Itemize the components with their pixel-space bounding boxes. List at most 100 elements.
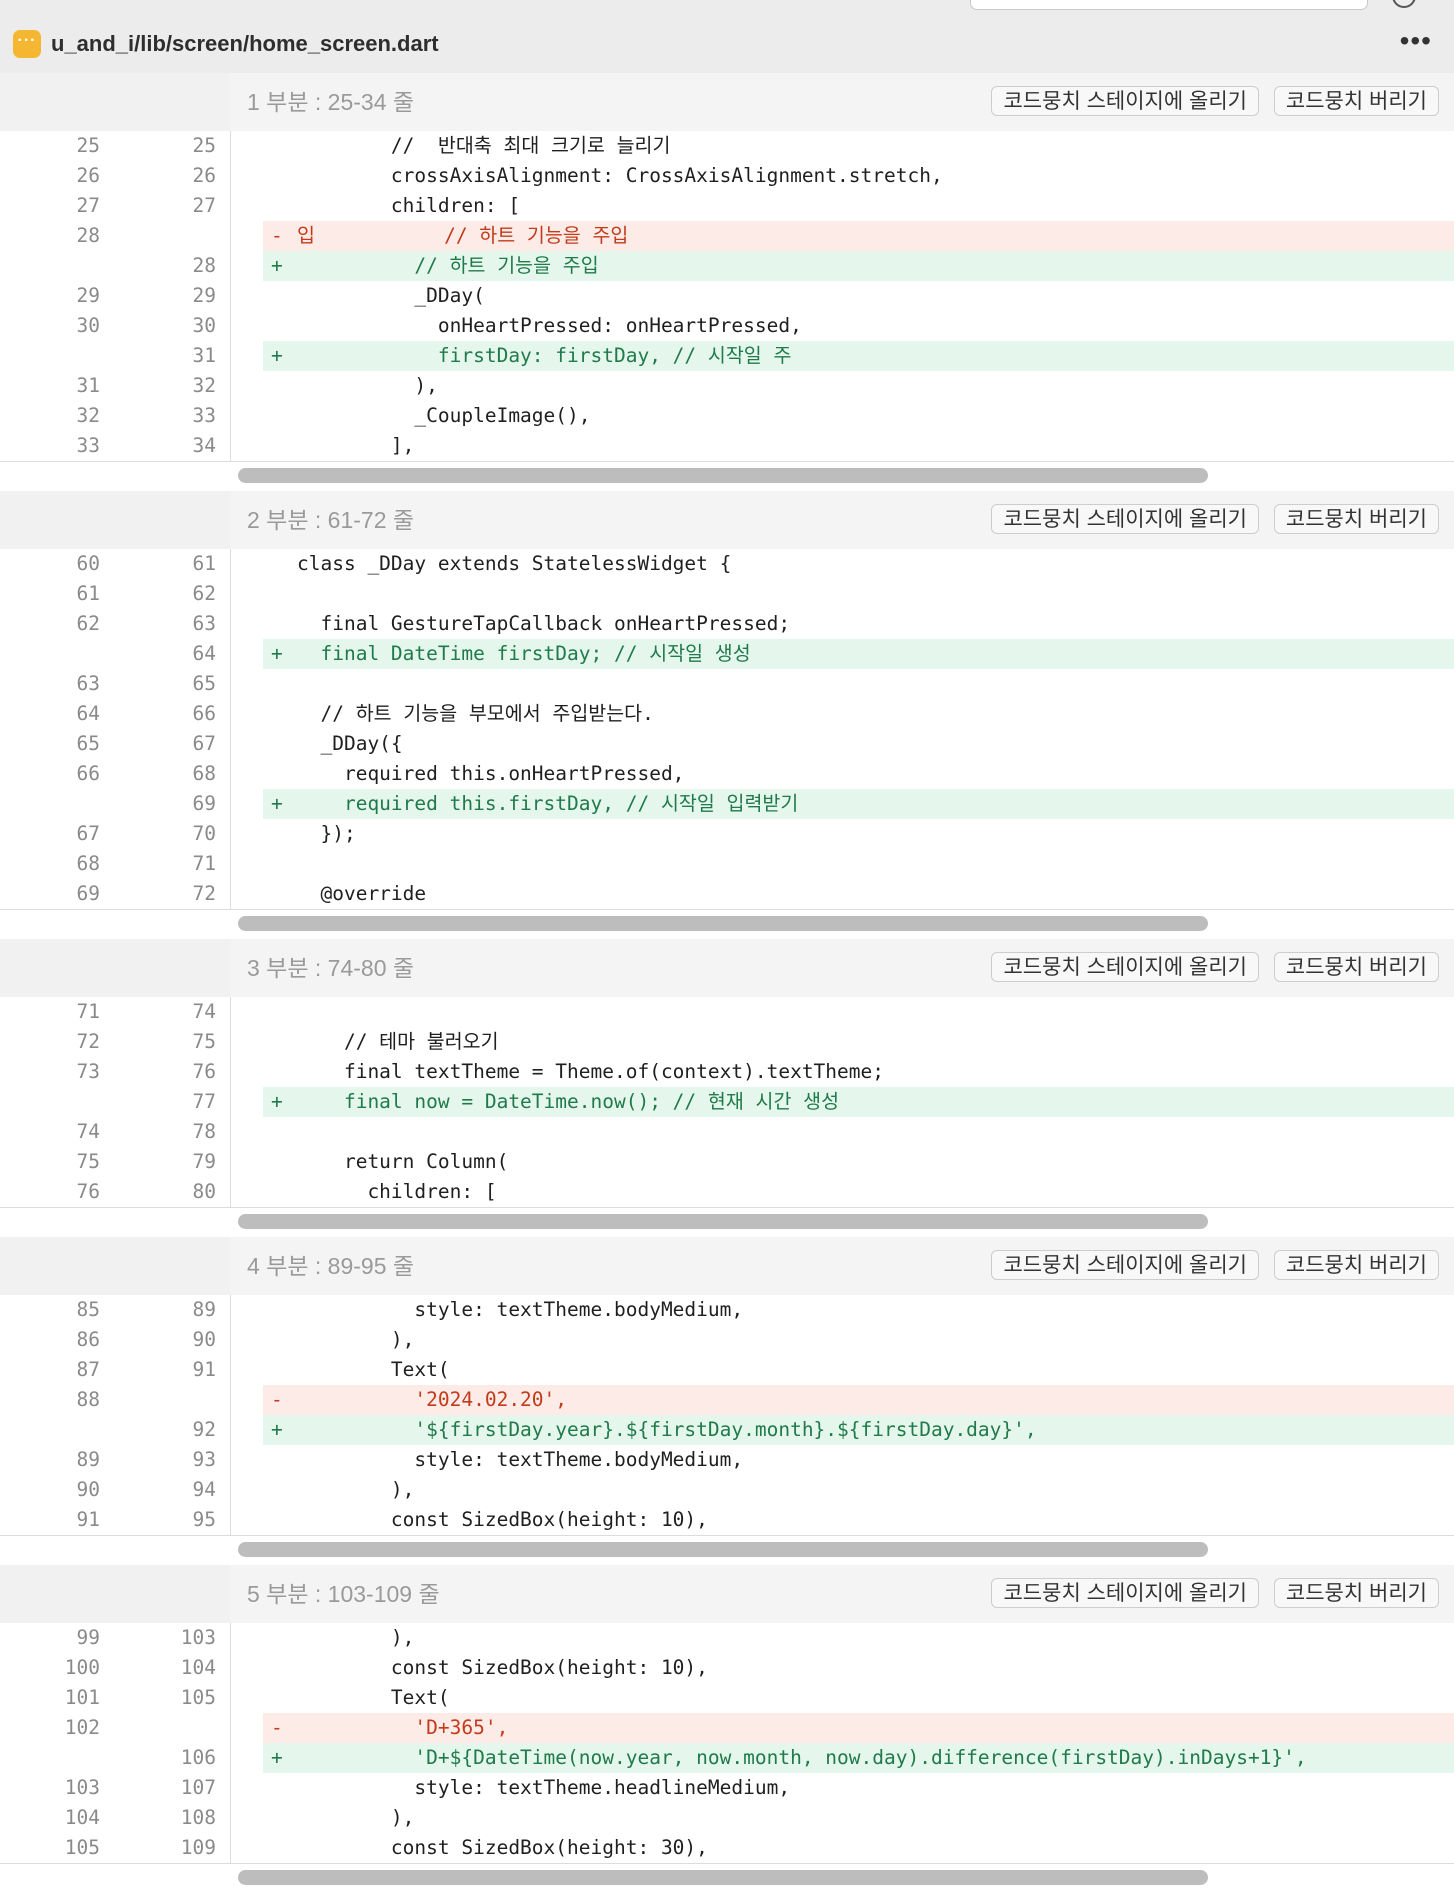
- code-cell[interactable]: [263, 669, 1454, 699]
- horizontal-scrollbar[interactable]: [238, 468, 1208, 483]
- discard-hunk-button[interactable]: 코드뭉치 버리기: [1273, 504, 1439, 534]
- code-cell[interactable]: final textTheme = Theme.of(context).text…: [263, 1057, 1454, 1087]
- code-cell[interactable]: + // 하트 기능을 주입: [263, 251, 1454, 281]
- code-cell[interactable]: children: [: [263, 191, 1454, 221]
- new-line-number: 93: [192, 1448, 216, 1471]
- code-cell[interactable]: - 'D+365',: [263, 1713, 1454, 1743]
- code-text: @override: [297, 882, 427, 905]
- code-cell[interactable]: });: [263, 819, 1454, 849]
- code-cell[interactable]: ),: [263, 1325, 1454, 1355]
- code-cell[interactable]: + 'D+${DateTime(now.year, now.month, now…: [263, 1743, 1454, 1773]
- new-line-number: 105: [180, 1686, 216, 1709]
- code-cell[interactable]: + required this.firstDay, // 시작일 입력받기: [263, 789, 1454, 819]
- code-cell[interactable]: final GestureTapCallback onHeartPressed;: [263, 609, 1454, 639]
- horizontal-scrollbar[interactable]: [238, 1542, 1208, 1557]
- code-cell[interactable]: Text(: [263, 1355, 1454, 1385]
- code-text: const SizedBox(height: 10),: [297, 1656, 708, 1679]
- stage-hunk-button[interactable]: 코드뭉치 스테이지에 올리기: [991, 952, 1259, 982]
- code-cell[interactable]: + final now = DateTime.now(); // 현재 시간 생…: [263, 1087, 1454, 1117]
- new-line-number: 77: [192, 1090, 216, 1113]
- diff-sign: +: [271, 642, 283, 665]
- new-line-number: 32: [192, 374, 216, 397]
- discard-hunk-button[interactable]: 코드뭉치 버리기: [1273, 86, 1439, 116]
- context-line: 68 71: [0, 849, 1454, 879]
- code-text: ],: [297, 434, 415, 457]
- code-cell[interactable]: const SizedBox(height: 10),: [263, 1653, 1454, 1683]
- search-field-edge[interactable]: [970, 0, 1368, 10]
- code-cell[interactable]: class _DDay extends StatelessWidget {: [263, 549, 1454, 579]
- code-cell[interactable]: _DDay(: [263, 281, 1454, 311]
- code-cell[interactable]: style: textTheme.bodyMedium,: [263, 1445, 1454, 1475]
- code-cell[interactable]: const SizedBox(height: 30),: [263, 1833, 1454, 1863]
- help-icon[interactable]: [1392, 0, 1416, 8]
- code-cell[interactable]: style: textTheme.headlineMedium,: [263, 1773, 1454, 1803]
- code-text: ),: [297, 1478, 415, 1501]
- old-line-number: 65: [76, 732, 100, 755]
- old-line-number: 66: [76, 762, 100, 785]
- code-cell[interactable]: ],: [263, 431, 1454, 461]
- diff-sign: +: [271, 792, 283, 815]
- code-cell[interactable]: // 하트 기능을 부모에서 주입받는다.: [263, 699, 1454, 729]
- more-options-button[interactable]: •••: [1400, 26, 1432, 56]
- code-cell[interactable]: [263, 997, 1454, 1027]
- stage-hunk-button[interactable]: 코드뭉치 스테이지에 올리기: [991, 86, 1259, 116]
- code-cell[interactable]: [263, 579, 1454, 609]
- code-cell[interactable]: @override: [263, 879, 1454, 909]
- old-line-number: 85: [76, 1298, 100, 1321]
- horizontal-scroll-track: [0, 1207, 1454, 1232]
- code-cell[interactable]: _CoupleImage(),: [263, 401, 1454, 431]
- code-cell[interactable]: const SizedBox(height: 10),: [263, 1505, 1454, 1535]
- code-cell[interactable]: children: [: [263, 1177, 1454, 1207]
- horizontal-scrollbar[interactable]: [238, 1870, 1208, 1885]
- code-cell[interactable]: onHeartPressed: onHeartPressed,: [263, 311, 1454, 341]
- discard-hunk-button[interactable]: 코드뭉치 버리기: [1273, 952, 1439, 982]
- code-cell[interactable]: _DDay({: [263, 729, 1454, 759]
- new-line-number: 25: [192, 134, 216, 157]
- code-cell[interactable]: // 테마 불러오기: [263, 1027, 1454, 1057]
- code-cell[interactable]: [263, 849, 1454, 879]
- stage-hunk-button[interactable]: 코드뭉치 스테이지에 올리기: [991, 504, 1259, 534]
- horizontal-scrollbar[interactable]: [238, 1214, 1208, 1229]
- code-text: // 하트 기능을 부모에서 주입받는다.: [297, 702, 654, 725]
- code-cell[interactable]: [263, 1117, 1454, 1147]
- code-text: _DDay(: [297, 284, 485, 307]
- new-line-number: 26: [192, 164, 216, 187]
- context-line: 86 90 ),: [0, 1325, 1454, 1355]
- code-cell[interactable]: return Column(: [263, 1147, 1454, 1177]
- old-line-number: 67: [76, 822, 100, 845]
- context-line: 69 72 @override: [0, 879, 1454, 909]
- discard-hunk-button[interactable]: 코드뭉치 버리기: [1273, 1578, 1439, 1608]
- hunk-lines: 25 25 // 반대축 최대 크기로 늘리기 26 26 crossAxisAlig…: [0, 131, 1454, 461]
- code-cell[interactable]: Text(: [263, 1683, 1454, 1713]
- code-text: final DateTime firstDay; // 시작일 생성: [297, 642, 751, 665]
- old-line-number: 28: [76, 224, 100, 247]
- code-cell[interactable]: + final DateTime firstDay; // 시작일 생성: [263, 639, 1454, 669]
- code-text: // 하트 기능을 주입: [297, 254, 599, 277]
- new-line-number: 63: [192, 612, 216, 635]
- new-line-number: 29: [192, 284, 216, 307]
- stage-hunk-button[interactable]: 코드뭉치 스테이지에 올리기: [991, 1250, 1259, 1280]
- code-cell[interactable]: ),: [263, 371, 1454, 401]
- discard-hunk-button[interactable]: 코드뭉치 버리기: [1273, 1250, 1439, 1280]
- code-text: // 테마 불러오기: [297, 1030, 499, 1053]
- old-line-number: 71: [76, 1000, 100, 1023]
- new-line-number: 78: [192, 1120, 216, 1143]
- code-cell[interactable]: + '${firstDay.year}.${firstDay.month}.${…: [263, 1415, 1454, 1445]
- code-cell[interactable]: + firstDay: firstDay, // 시작일 주: [263, 341, 1454, 371]
- code-cell[interactable]: required this.onHeartPressed,: [263, 759, 1454, 789]
- hunk-title: 2 부분 : 61-72 줄: [247, 507, 415, 533]
- horizontal-scrollbar[interactable]: [238, 916, 1208, 931]
- stage-hunk-button[interactable]: 코드뭉치 스테이지에 올리기: [991, 1578, 1259, 1608]
- code-cell[interactable]: ),: [263, 1803, 1454, 1833]
- horizontal-scroll-track: [0, 1535, 1454, 1560]
- code-cell[interactable]: style: textTheme.bodyMedium,: [263, 1295, 1454, 1325]
- context-line: 60 61 class _DDay extends StatelessWidget …: [0, 549, 1454, 579]
- code-cell[interactable]: -입 // 하트 기능을 주입: [263, 221, 1454, 251]
- hunk-header: 2 부분 : 61-72 줄 코드뭉치 스테이지에 올리기 코드뭉치 버리기: [0, 491, 1454, 549]
- code-cell[interactable]: - '2024.02.20',: [263, 1385, 1454, 1415]
- context-line: 33 34 ],: [0, 431, 1454, 461]
- code-cell[interactable]: ),: [263, 1623, 1454, 1653]
- code-cell[interactable]: // 반대축 최대 크기로 늘리기: [263, 131, 1454, 161]
- code-cell[interactable]: ),: [263, 1475, 1454, 1505]
- code-cell[interactable]: crossAxisAlignment: CrossAxisAlignment.s…: [263, 161, 1454, 191]
